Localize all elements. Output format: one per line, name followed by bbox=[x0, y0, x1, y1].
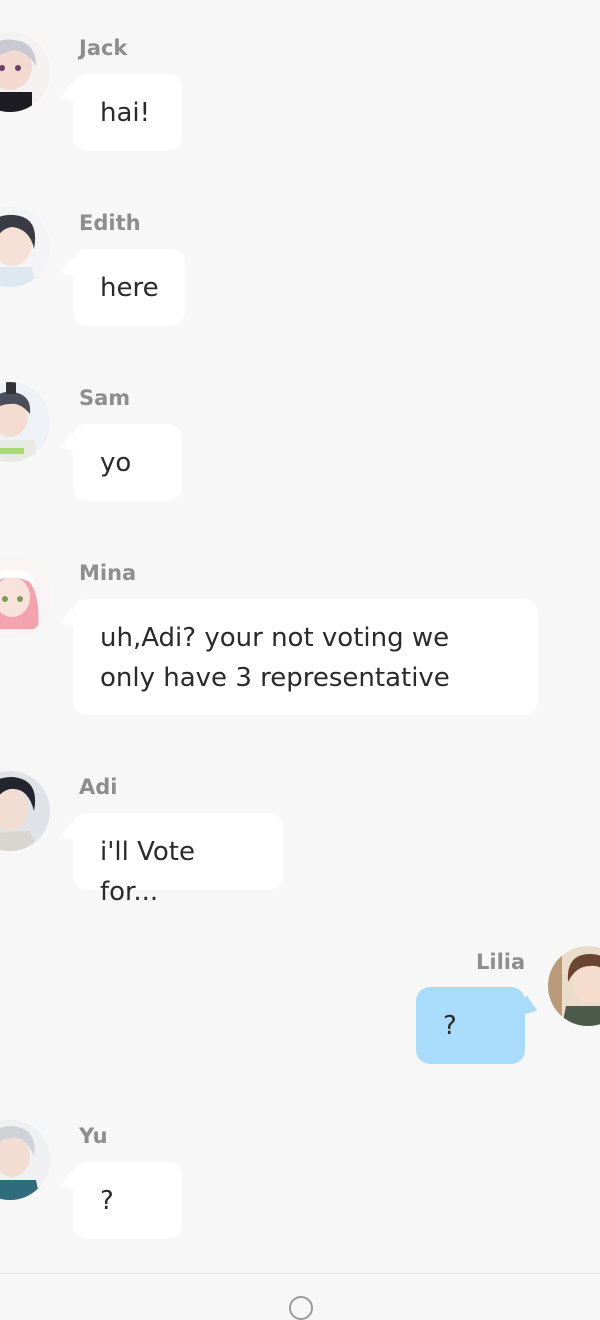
avatar-edith[interactable] bbox=[0, 207, 50, 287]
avatar-icon bbox=[0, 1120, 50, 1200]
message-bubble[interactable]: here bbox=[73, 249, 185, 326]
message-bubble[interactable]: ? bbox=[73, 1162, 182, 1239]
avatar-yu[interactable] bbox=[0, 1120, 50, 1200]
message-bubble[interactable]: ? bbox=[416, 987, 525, 1064]
message-bubble[interactable]: i'll Vote for... bbox=[73, 813, 283, 907]
home-indicator-icon[interactable] bbox=[289, 1296, 313, 1320]
message-bubble[interactable]: hai! bbox=[73, 74, 182, 151]
avatar-icon bbox=[0, 771, 50, 851]
avatar-icon bbox=[0, 557, 50, 637]
avatar-mina[interactable] bbox=[0, 557, 50, 637]
avatar-sam[interactable] bbox=[0, 382, 50, 462]
sender-name: Lilia bbox=[476, 950, 526, 974]
bottom-bar bbox=[0, 1274, 600, 1320]
avatar-icon bbox=[0, 32, 50, 112]
sender-name: Edith bbox=[79, 211, 141, 235]
sender-name: Jack bbox=[79, 36, 128, 60]
avatar-jack[interactable] bbox=[0, 32, 50, 112]
message-bubble[interactable]: uh,Adi? your not voting we only have 3 r… bbox=[73, 599, 538, 715]
avatar-icon bbox=[0, 382, 50, 462]
sender-name: Sam bbox=[79, 386, 131, 410]
avatar-lilia[interactable] bbox=[548, 946, 600, 1026]
sender-name: Adi bbox=[79, 775, 118, 799]
avatar-icon bbox=[548, 946, 600, 1026]
avatar-adi[interactable] bbox=[0, 771, 50, 851]
message-bubble[interactable]: yo bbox=[73, 424, 182, 501]
sender-name: Mina bbox=[79, 561, 137, 585]
sender-name: Yu bbox=[79, 1124, 108, 1148]
avatar-icon bbox=[0, 207, 50, 287]
